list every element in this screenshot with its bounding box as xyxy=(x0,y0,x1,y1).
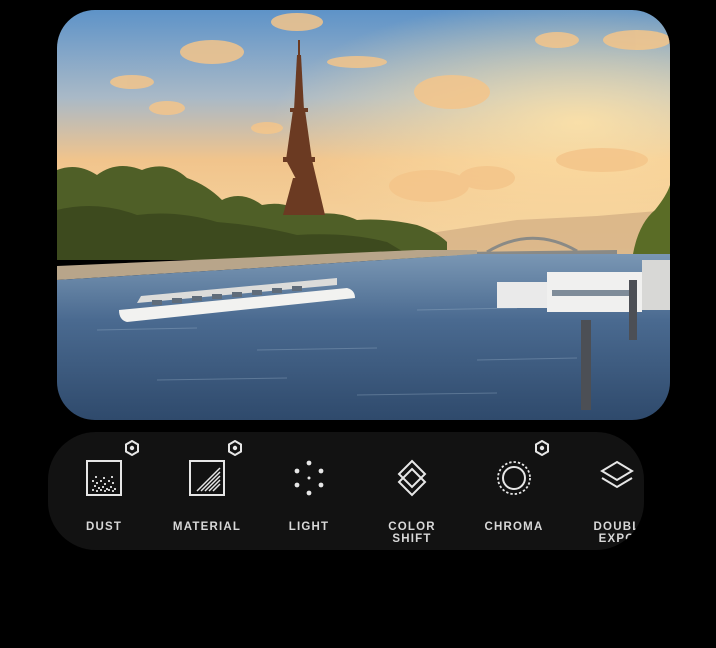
photo-preview[interactable] xyxy=(57,10,670,420)
layers-icon xyxy=(597,458,637,498)
dust-icon xyxy=(84,458,124,498)
tool-light[interactable]: LIGHT xyxy=(261,432,357,550)
effects-toolbar: DUST MATERIAL LIGHT COLOR SHIFT CHROMA D… xyxy=(48,432,644,550)
color-shift-icon xyxy=(392,458,432,498)
editor-screen: DUST MATERIAL LIGHT COLOR SHIFT CHROMA D… xyxy=(0,0,716,648)
tool-double-exposure[interactable]: DOUBL EXPO xyxy=(569,432,644,550)
light-icon xyxy=(289,458,329,498)
settings-icon[interactable] xyxy=(534,440,550,456)
tool-chroma[interactable]: CHROMA xyxy=(466,432,562,550)
chroma-icon xyxy=(494,458,534,498)
settings-icon[interactable] xyxy=(227,440,243,456)
tool-label: DOUBL EXPO xyxy=(593,521,641,545)
tool-dust[interactable]: DUST xyxy=(56,432,152,550)
photo-image xyxy=(57,10,670,420)
settings-icon[interactable] xyxy=(124,440,140,456)
material-icon xyxy=(187,458,227,498)
